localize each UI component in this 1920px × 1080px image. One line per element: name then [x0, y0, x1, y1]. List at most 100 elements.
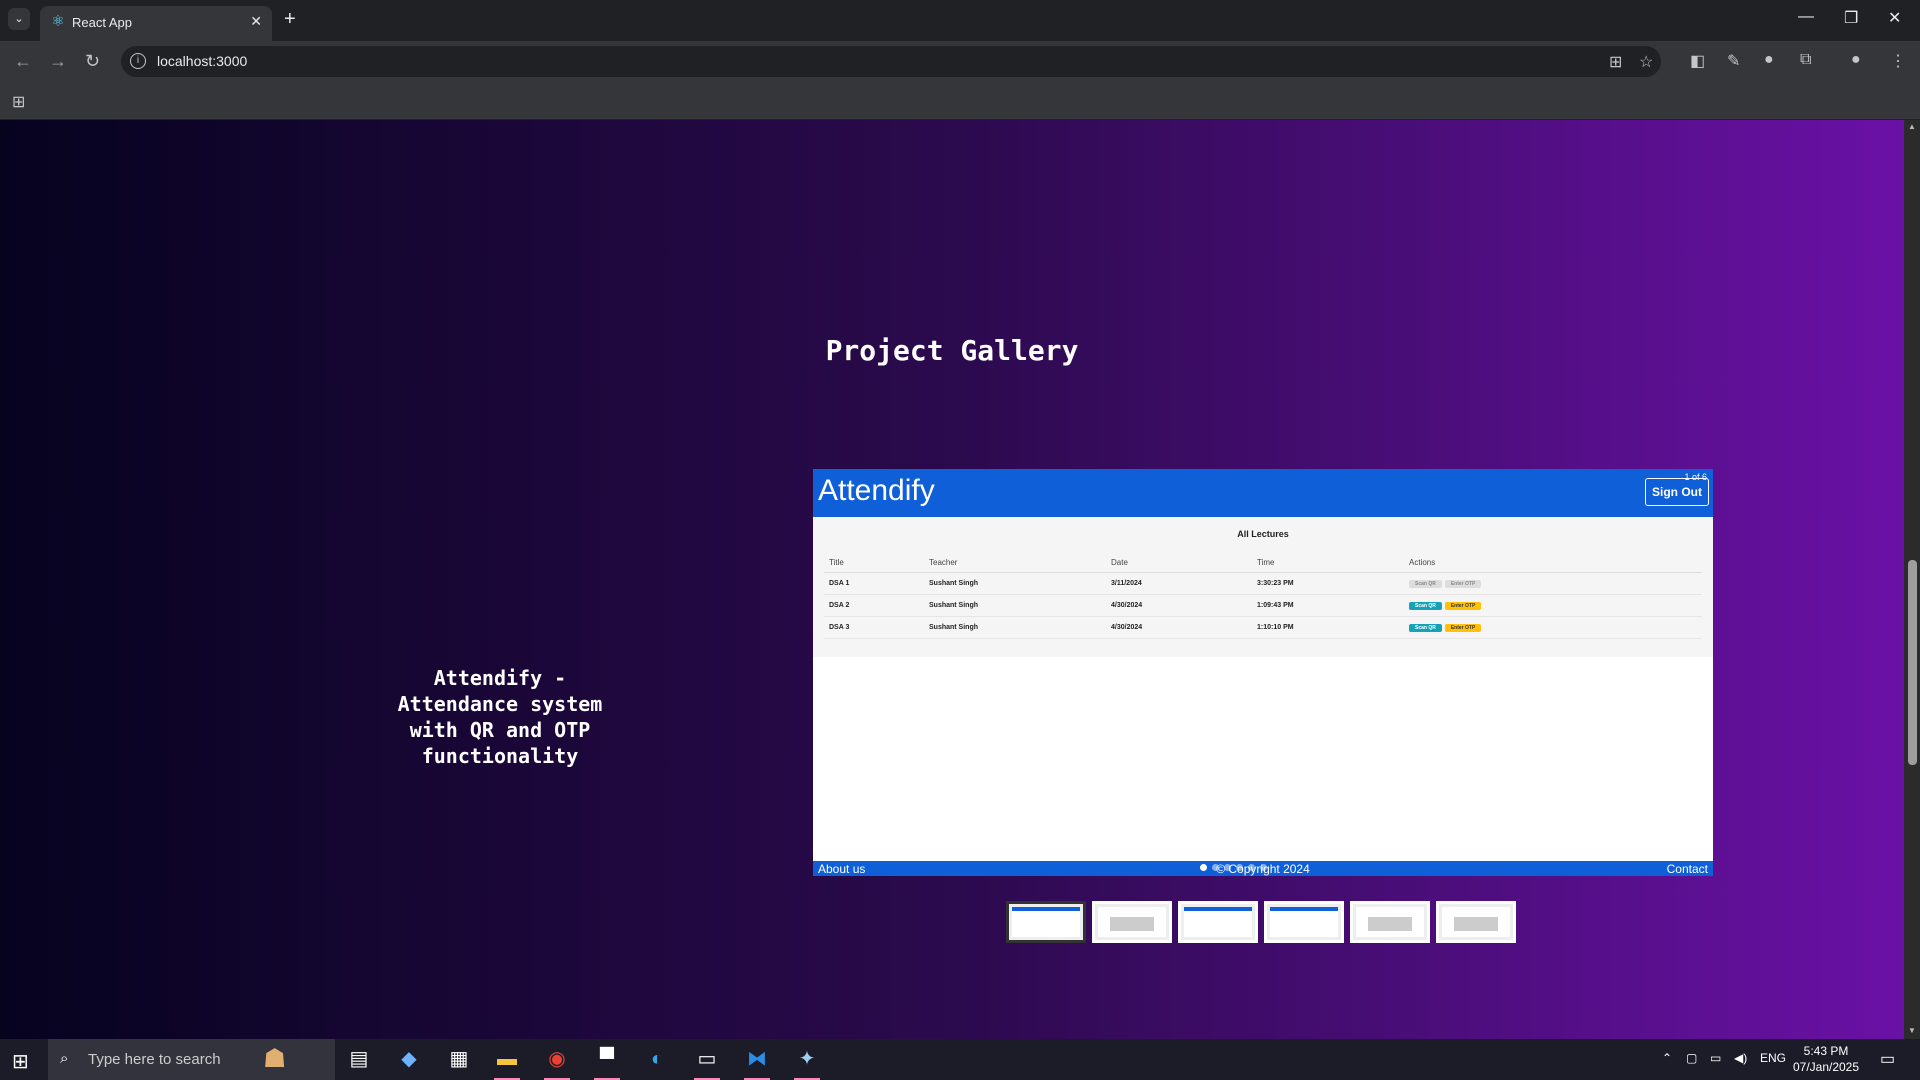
table-header: Actions: [1404, 553, 1702, 573]
browser-tabbar: ⌄ ⚛ React App ✕ + — ❐ ✕: [0, 0, 1920, 41]
table-cell: 1:09:43 PM: [1252, 594, 1404, 617]
project-slide[interactable]: Attendify Sign Out 1 of 6 All Lectures T…: [813, 469, 1713, 876]
apps-grid-icon[interactable]: ⊞: [12, 92, 25, 112]
table-actions: Scan QR Enter OTP: [1404, 572, 1702, 595]
thumbnail-5[interactable]: [1350, 901, 1430, 943]
table-actions: Scan QR Enter OTP: [1404, 594, 1702, 617]
table-cell: Sushant Singh: [924, 572, 1106, 595]
vscode-icon[interactable]: ⧓: [734, 1039, 780, 1080]
thumbnail-1[interactable]: [1006, 901, 1086, 943]
project-description: Attendify - Attendance system with QR an…: [397, 666, 603, 768]
profile-icon[interactable]: ●: [1851, 51, 1861, 69]
search-icon: ⌕: [60, 1050, 69, 1067]
thumbnail-4[interactable]: [1264, 901, 1344, 943]
tray-device-icon[interactable]: ▢: [1686, 1051, 1697, 1065]
close-tab-icon[interactable]: ✕: [250, 13, 262, 30]
site-info-icon[interactable]: i: [130, 53, 146, 69]
paint-icon[interactable]: ✦: [784, 1039, 830, 1080]
clock-date: 07/Jan/2025: [1792, 1060, 1860, 1074]
reload-icon[interactable]: ↻: [85, 51, 100, 71]
network-icon[interactable]: ▭: [1710, 1051, 1721, 1065]
url-text[interactable]: localhost:3000: [157, 53, 247, 69]
windows-start-icon[interactable]: ⊞: [12, 1049, 29, 1074]
menu-kebab-icon[interactable]: ⋮: [1890, 51, 1906, 71]
table-header: Teacher: [924, 553, 1106, 573]
table-cell: DSA 1: [824, 572, 924, 595]
forward-icon[interactable]: →: [49, 51, 67, 71]
windows-taskbar: ⊞ ⌕ Type here to search ☗ ▤ ◆ ▦ ▬ ◉ ▀ ◐ …: [0, 1039, 1920, 1080]
extension-icon[interactable]: ◧: [1690, 51, 1705, 71]
lecture-table: Title Teacher Date Time Actions DSA 1 Su…: [824, 553, 1702, 639]
scan-qr-button: Scan QR: [1409, 623, 1442, 632]
slide-dot-3[interactable]: [1224, 864, 1231, 871]
scan-qr-button: Scan QR: [1409, 601, 1442, 610]
table-row: DSA 2 Sushant Singh 4/30/2024 1:09:43 PM…: [824, 594, 1702, 617]
react-favicon-icon: ⚛: [51, 13, 65, 30]
back-icon[interactable]: ←: [14, 51, 32, 71]
thumbnail-2[interactable]: [1092, 901, 1172, 943]
app-icon[interactable]: ▀: [584, 1039, 630, 1080]
page-scrollbar[interactable]: ▲ ▼: [1904, 120, 1920, 1039]
footer-contact-link: Contact: [1666, 862, 1708, 876]
slide-signout-button: Sign Out: [1645, 478, 1709, 506]
close-window-icon[interactable]: ✕: [1888, 8, 1901, 28]
terminal-icon[interactable]: ▭: [684, 1039, 730, 1080]
table-cell: 3/11/2024: [1106, 572, 1252, 595]
table-header: Title: [824, 553, 924, 573]
thumbnail-6[interactable]: [1436, 901, 1516, 943]
table-cell: DSA 3: [824, 616, 924, 639]
scroll-down-icon[interactable]: ▼: [1908, 1026, 1916, 1035]
eyedropper-icon[interactable]: ✎: [1727, 51, 1740, 71]
extension2-icon[interactable]: ●: [1764, 51, 1774, 69]
table-cell: 3:30:23 PM: [1252, 572, 1404, 595]
gallery-title: Project Gallery: [0, 334, 1904, 367]
task-view-icon[interactable]: ▤: [336, 1039, 382, 1080]
slide-dot-2[interactable]: [1212, 864, 1219, 871]
table-header: Date: [1106, 553, 1252, 573]
taskbar-search[interactable]: ⌕ Type here to search ☗: [48, 1039, 335, 1080]
tray-chevron-icon[interactable]: ⌃: [1662, 1051, 1672, 1065]
gallery-title-text: Project Gallery: [825, 334, 1079, 367]
clock-time: 5:43 PM: [1803, 1044, 1849, 1058]
table-header: Time: [1252, 553, 1404, 573]
slide-dot-1[interactable]: [1200, 864, 1207, 871]
bookmark-star-icon[interactable]: ☆: [1639, 52, 1653, 72]
tab-search-icon[interactable]: ⌄: [8, 8, 30, 30]
table-cell: 4/30/2024: [1106, 594, 1252, 617]
volume-icon[interactable]: ◀): [1734, 1051, 1747, 1065]
address-bar[interactable]: i localhost:3000 ⊞ ☆: [121, 46, 1661, 77]
table-row: DSA 1 Sushant Singh 3/11/2024 3:30:23 PM…: [824, 572, 1702, 595]
enter-otp-button: Enter OTP: [1444, 623, 1482, 632]
taskbar-search-input[interactable]: Type here to search: [88, 1051, 221, 1068]
slide-header: Attendify Sign Out 1 of 6: [813, 469, 1713, 517]
enter-otp-button: Enter OTP: [1444, 601, 1482, 610]
copilot-icon[interactable]: ◆: [386, 1039, 432, 1080]
browser-tab[interactable]: ⚛ React App ✕: [40, 6, 272, 41]
new-tab-icon[interactable]: +: [284, 8, 296, 30]
table-cell: Sushant Singh: [924, 594, 1106, 617]
enter-otp-button: Enter OTP: [1444, 579, 1482, 588]
browser-toolbar: ← → ↻ i localhost:3000 ⊞ ☆ ◧ ✎ ● ⧉ ● ⋮: [0, 41, 1920, 82]
extensions-puzzle-icon[interactable]: ⧉: [1800, 51, 1811, 69]
file-explorer-icon[interactable]: ▬: [484, 1039, 530, 1080]
slide-counter: 1 of 6: [1684, 472, 1707, 482]
slide-dot-5[interactable]: [1248, 864, 1255, 871]
scroll-thumb[interactable]: [1908, 560, 1917, 765]
table-header-row: Title Teacher Date Time Actions: [824, 553, 1702, 573]
table-row: DSA 3 Sushant Singh 4/30/2024 1:10:10 PM…: [824, 616, 1702, 639]
notification-icon[interactable]: ▭: [1880, 1049, 1895, 1069]
slide-dot-4[interactable]: [1236, 864, 1243, 871]
thumbnail-3[interactable]: [1178, 901, 1258, 943]
minimize-icon[interactable]: —: [1798, 8, 1814, 26]
taskbar-clock[interactable]: 5:43 PM 07/Jan/2025: [1780, 1043, 1872, 1075]
table-cell: Sushant Singh: [924, 616, 1106, 639]
install-app-icon[interactable]: ⊞: [1609, 52, 1622, 72]
slide-dot-6[interactable]: [1260, 864, 1267, 871]
edge-icon[interactable]: ◐: [634, 1039, 680, 1080]
store-icon[interactable]: ▦: [436, 1039, 482, 1080]
restore-icon[interactable]: ❐: [1844, 8, 1858, 28]
bookmarks-bar: ⊞: [0, 82, 1920, 120]
scroll-up-icon[interactable]: ▲: [1908, 122, 1916, 131]
chrome-icon[interactable]: ◉: [534, 1039, 580, 1080]
slide-brand: Attendify: [818, 474, 935, 507]
